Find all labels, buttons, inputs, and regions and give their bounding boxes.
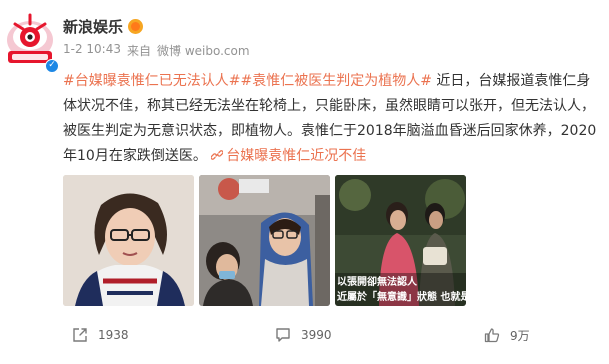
vip-icon — [128, 19, 144, 34]
post-image-1[interactable] — [63, 175, 194, 306]
post-actions: 1938 3990 9万 — [0, 320, 609, 350]
like-button[interactable]: 9万 — [484, 327, 530, 344]
comment-icon — [276, 328, 290, 342]
hashtag-2[interactable]: #袁惟仁被医生判定为植物人# — [240, 73, 431, 89]
verified-icon: ✓ — [45, 59, 59, 73]
comment-button[interactable]: 3990 — [275, 327, 332, 343]
comment-count: 3990 — [301, 328, 332, 342]
post-source: 微博 weibo.com — [157, 44, 250, 58]
author-name[interactable]: 新浪娱乐 — [63, 16, 123, 37]
like-count: 9万 — [510, 328, 530, 343]
repost-button[interactable]: 1938 — [72, 327, 129, 343]
post-meta: 1-2 10:43 来自 微博 weibo.com — [63, 42, 250, 59]
author-avatar[interactable]: ✓ — [5, 10, 59, 73]
post-content: #台媒曝袁惟仁已无法认人##袁惟仁被医生判定为植物人# 近日，台媒报道袁惟仁身体… — [63, 69, 601, 169]
repost-count: 1938 — [98, 328, 129, 342]
like-icon — [484, 328, 500, 343]
post-images: 以張開卻無法認人 近屬於「無意識」狀態 也就是 — [63, 175, 466, 306]
hashtag-1[interactable]: #台媒曝袁惟仁已无法认人# — [63, 73, 240, 89]
post-link[interactable]: 台媒曝袁惟仁近况不佳 — [211, 148, 366, 164]
image-caption-1: 以張開卻無法認人 — [337, 277, 417, 288]
post-image-3[interactable]: 以張開卻無法認人 近屬於「無意識」狀態 也就是 — [335, 175, 466, 306]
weibo-post-card: ✓ 新浪娱乐 1-2 10:43 来自 微博 weibo.com #台媒曝袁惟仁… — [0, 0, 609, 364]
repost-icon — [73, 328, 87, 342]
author-row: 新浪娱乐 — [63, 16, 144, 37]
sina-logo-icon — [7, 13, 53, 63]
image-caption-2: 近屬於「無意識」狀態 也就是 — [337, 292, 466, 303]
post-image-2[interactable] — [199, 175, 330, 306]
post-link-text: 台媒曝袁惟仁近况不佳 — [226, 148, 367, 164]
link-icon — [211, 150, 224, 160]
source-prefix: 来自 — [127, 44, 152, 58]
post-date[interactable]: 1-2 10:43 — [63, 42, 121, 59]
